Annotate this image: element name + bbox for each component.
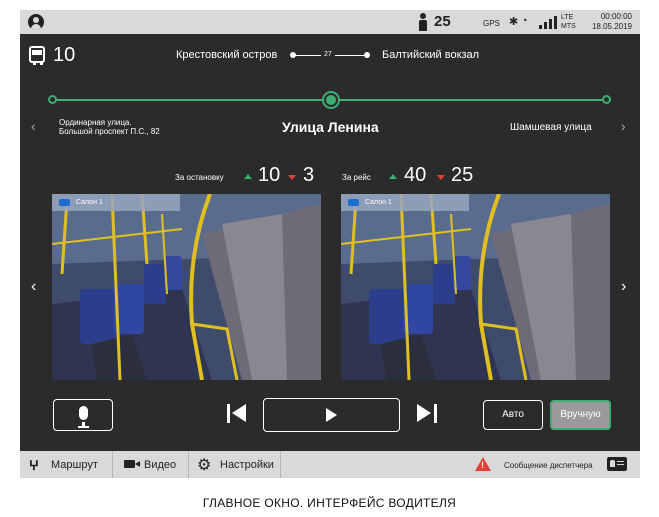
- per-trip-out: 25: [451, 164, 474, 186]
- status-bar: 25 GPS ✱ ◔ LTE MTS 00:00:00 18.05.2019: [20, 10, 640, 34]
- previous-track-button[interactable]: [227, 402, 249, 426]
- route-end-dot: [364, 52, 370, 58]
- next-stop-node: [602, 95, 611, 104]
- auto-mode-button[interactable]: Авто: [483, 400, 543, 430]
- per-stop-in: 10: [258, 164, 281, 186]
- manual-mode-button[interactable]: Вручную: [550, 400, 611, 430]
- microphone-icon: [79, 406, 88, 420]
- camera-feed-2[interactable]: Салон 1: [341, 194, 610, 380]
- previous-stop: Ординарная улица. Большой проспект П.С.,…: [59, 118, 160, 136]
- route-stops-count: 27: [321, 51, 335, 58]
- camera-label: Салон 1: [52, 194, 180, 211]
- clock: 00:00:00 18.05.2019: [592, 12, 632, 32]
- route-start-dot: [290, 52, 296, 58]
- dispatcher-message-label[interactable]: Сообщение диспетчера: [504, 461, 593, 470]
- person-icon: [418, 13, 428, 31]
- per-trip-in: 40: [404, 164, 427, 186]
- play-icon: [326, 408, 337, 422]
- camera-next-arrow[interactable]: ›: [621, 278, 626, 296]
- contact-card-icon[interactable]: [607, 457, 627, 471]
- bottom-bar: ⵖ Маршрут Видео ⚙ Настройки Сообщение ди…: [20, 451, 640, 478]
- date-text: 18.05.2019: [591, 22, 632, 31]
- per-stop-label: За остановку: [175, 173, 224, 182]
- skip-back-icon: [232, 404, 246, 422]
- signal-icon: [539, 16, 561, 29]
- skip-forward-icon: [417, 404, 431, 422]
- user-avatar-icon[interactable]: [28, 14, 44, 30]
- camera-prev-arrow[interactable]: ‹: [31, 278, 36, 296]
- arrow-down-icon: [437, 175, 445, 180]
- per-trip-label: За рейс: [342, 173, 371, 182]
- camera-feed-1[interactable]: Салон 1: [52, 194, 321, 380]
- current-stop-node: [322, 91, 340, 109]
- next-track-button[interactable]: [415, 402, 437, 426]
- wifi-icon: ◔: [521, 15, 528, 27]
- previous-stop-node: [48, 95, 57, 104]
- route-number: 10: [53, 44, 76, 66]
- video-camera-icon: [124, 460, 140, 468]
- gps-indicator: GPS: [483, 19, 500, 28]
- chevron-left-icon[interactable]: ‹: [31, 118, 36, 134]
- play-button[interactable]: [263, 398, 400, 432]
- network-label: LTE MTS: [561, 14, 576, 30]
- per-stop-out: 3: [303, 164, 315, 186]
- route-start-stop: Крестовский остров: [176, 49, 278, 61]
- camera-label: Салон 1: [341, 194, 469, 211]
- driver-screen: 25 GPS ✱ ◔ LTE MTS 00:00:00 18.05.2019 1…: [20, 10, 640, 478]
- chevron-right-icon[interactable]: ›: [621, 118, 626, 134]
- arrow-up-icon: [389, 174, 397, 179]
- gear-icon: ⚙: [197, 457, 212, 474]
- tab-route[interactable]: ⵖ Маршрут: [20, 451, 113, 478]
- tab-settings[interactable]: ⚙ Настройки: [189, 451, 281, 478]
- bus-interior-image: [341, 194, 610, 380]
- figure-caption: ГЛАВНОЕ ОКНО. ИНТЕРФЕЙС ВОДИТЕЛЯ: [202, 496, 457, 510]
- bus-interior-image: [52, 194, 321, 380]
- next-stop: Шамшевая улица: [510, 122, 592, 133]
- passenger-count: 25: [434, 13, 451, 30]
- current-stop: Улица Ленина: [282, 119, 379, 135]
- bluetooth-icon: ✱: [509, 16, 519, 28]
- arrow-down-icon: [288, 175, 296, 180]
- tab-video[interactable]: Видео: [113, 451, 189, 478]
- bus-icon: [29, 46, 45, 65]
- microphone-button[interactable]: [53, 399, 113, 431]
- route-icon: ⵖ: [29, 458, 39, 473]
- time-text: 00:00:00: [600, 12, 632, 21]
- arrow-up-icon: [244, 174, 252, 179]
- route-end-stop: Балтийский вокзал: [382, 49, 480, 61]
- warning-icon[interactable]: [475, 457, 491, 471]
